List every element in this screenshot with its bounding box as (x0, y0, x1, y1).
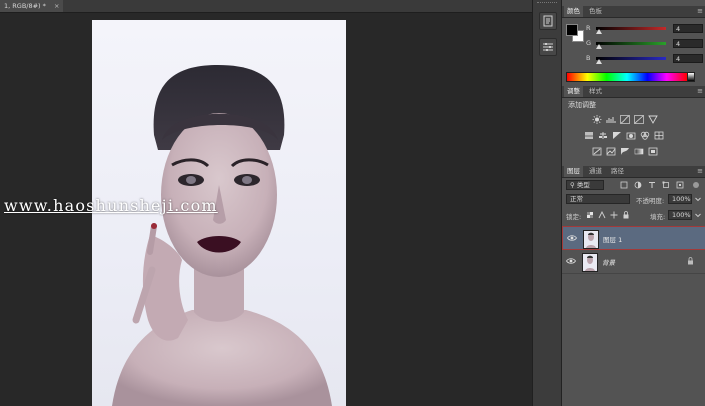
panel-icon-strip (532, 0, 561, 406)
color-spectrum-ramp[interactable] (566, 72, 688, 82)
levels-icon[interactable] (606, 115, 616, 124)
filter-pixel-icon[interactable] (620, 181, 628, 189)
layers-panel-tabs: 图层 通道 路径 ≡ (562, 166, 705, 178)
layer-name[interactable]: 背景 (602, 257, 615, 267)
chevron-down-icon[interactable] (694, 195, 702, 203)
color-panel-tabs: 颜色 色板 ≡ (562, 6, 705, 18)
red-track[interactable] (596, 27, 666, 30)
properties-icon[interactable] (539, 38, 557, 56)
blue-label: B (586, 54, 591, 62)
document-tab-title: 1, RGB/8#) * (4, 2, 46, 10)
black-white-ramp[interactable] (687, 72, 695, 82)
panel-menu-icon[interactable]: ≡ (697, 87, 703, 96)
panel-menu-icon[interactable]: ≡ (697, 7, 703, 16)
exposure-icon[interactable] (634, 115, 644, 124)
close-icon[interactable]: × (54, 2, 59, 10)
green-track[interactable] (596, 42, 666, 45)
selective-color-icon[interactable] (648, 147, 658, 156)
search-icon: ⚲ (570, 181, 577, 189)
channel-mixer-icon[interactable] (640, 131, 650, 140)
watermark-text: www.haoshunsheji.com (4, 196, 218, 215)
chevron-down-icon[interactable] (694, 211, 702, 219)
fill-input[interactable]: 100% (668, 210, 692, 220)
brightness-icon[interactable] (592, 115, 602, 124)
filter-type-icon[interactable] (648, 181, 656, 189)
posterize-icon[interactable] (606, 147, 616, 156)
opacity-input[interactable]: 100% (668, 194, 692, 204)
right-panel-dock: 颜色 色板 ≡ R 4 G 4 B 4 调整 样式 ≡ 添加调整 图层 通道 路… (561, 0, 705, 406)
layer-filter-kind-select[interactable]: ⚲ 类型 (566, 180, 604, 190)
threshold-icon[interactable] (620, 147, 630, 156)
color-lookup-icon[interactable] (654, 131, 664, 140)
tab-layers[interactable]: 图层 (564, 166, 583, 177)
blend-mode-select[interactable]: 正常 (566, 194, 630, 204)
layer-thumbnail (583, 230, 599, 249)
color-balance-icon[interactable] (598, 131, 608, 140)
lock-image-icon[interactable] (598, 211, 606, 219)
green-knob[interactable] (596, 44, 602, 49)
layer-row-background[interactable]: 背景 (562, 250, 705, 274)
panel-menu-icon[interactable]: ≡ (697, 167, 703, 176)
invert-icon[interactable] (592, 147, 602, 156)
opacity-label: 不透明度: (636, 197, 665, 205)
photo-filter-icon[interactable] (626, 131, 636, 140)
curves-icon[interactable] (620, 115, 630, 124)
filter-shape-icon[interactable] (662, 181, 670, 189)
hue-saturation-icon[interactable] (584, 131, 594, 140)
tab-channels[interactable]: 通道 (586, 166, 605, 177)
lock-transparency-icon[interactable] (586, 211, 594, 219)
lock-icon (687, 257, 694, 265)
vibrance-icon[interactable] (648, 115, 658, 124)
lock-position-icon[interactable] (610, 211, 618, 219)
layer-thumbnail (582, 253, 598, 272)
document-tab-bar: 1, RGB/8#) * × (0, 0, 532, 13)
lock-all-icon[interactable] (622, 211, 630, 219)
red-knob[interactable] (596, 29, 602, 34)
strip-grip[interactable] (537, 2, 557, 6)
red-value-input[interactable]: 4 (673, 24, 703, 33)
lock-label: 锁定: (566, 213, 582, 221)
layer-name[interactable]: 图层 1 (603, 234, 622, 244)
layer-row-layer-1[interactable]: 图层 1 (562, 226, 705, 250)
gradient-map-icon[interactable] (634, 147, 644, 156)
filter-toggle-icon[interactable] (692, 181, 700, 189)
black-white-icon[interactable] (612, 131, 622, 140)
visibility-eye-icon[interactable] (567, 234, 577, 242)
blend-mode-value: 正常 (570, 195, 583, 203)
document-tab[interactable]: 1, RGB/8#) * × (0, 0, 64, 12)
foreground-color-swatch[interactable] (566, 24, 578, 36)
tab-adjustments[interactable]: 调整 (564, 86, 583, 97)
blue-track[interactable] (596, 57, 666, 60)
tab-styles[interactable]: 样式 (586, 86, 605, 97)
filter-adjustment-icon[interactable] (634, 181, 642, 189)
green-value-input[interactable]: 4 (673, 39, 703, 48)
tab-color[interactable]: 颜色 (564, 6, 583, 17)
adjustments-panel-tabs: 调整 样式 ≡ (562, 86, 705, 98)
layer-filter-kind-value: 类型 (576, 181, 590, 189)
blue-value-input[interactable]: 4 (673, 54, 703, 63)
green-label: G (586, 39, 592, 47)
tab-paths[interactable]: 路径 (608, 166, 627, 177)
add-adjustment-title: 添加调整 (568, 101, 596, 109)
fill-label: 填充: (650, 213, 666, 221)
filter-smart-object-icon[interactable] (676, 181, 684, 189)
red-label: R (586, 24, 591, 32)
tab-swatches[interactable]: 色板 (586, 6, 605, 17)
visibility-eye-icon[interactable] (566, 257, 576, 265)
history-icon[interactable] (539, 12, 557, 30)
blue-knob[interactable] (596, 59, 602, 64)
